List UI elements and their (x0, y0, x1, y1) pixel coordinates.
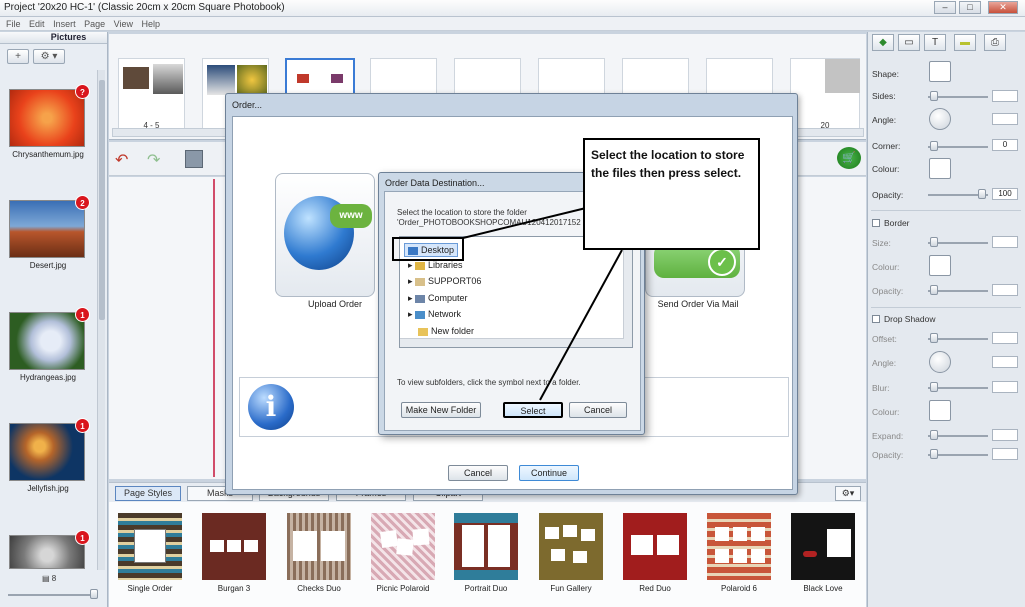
callout-line-select (539, 249, 623, 401)
callout-pointer-lines (392, 207, 623, 401)
instruction-callout: Select the location to store the files t… (583, 138, 760, 250)
callout-line-desktop (462, 207, 587, 239)
desktop-highlight-box (392, 237, 464, 261)
